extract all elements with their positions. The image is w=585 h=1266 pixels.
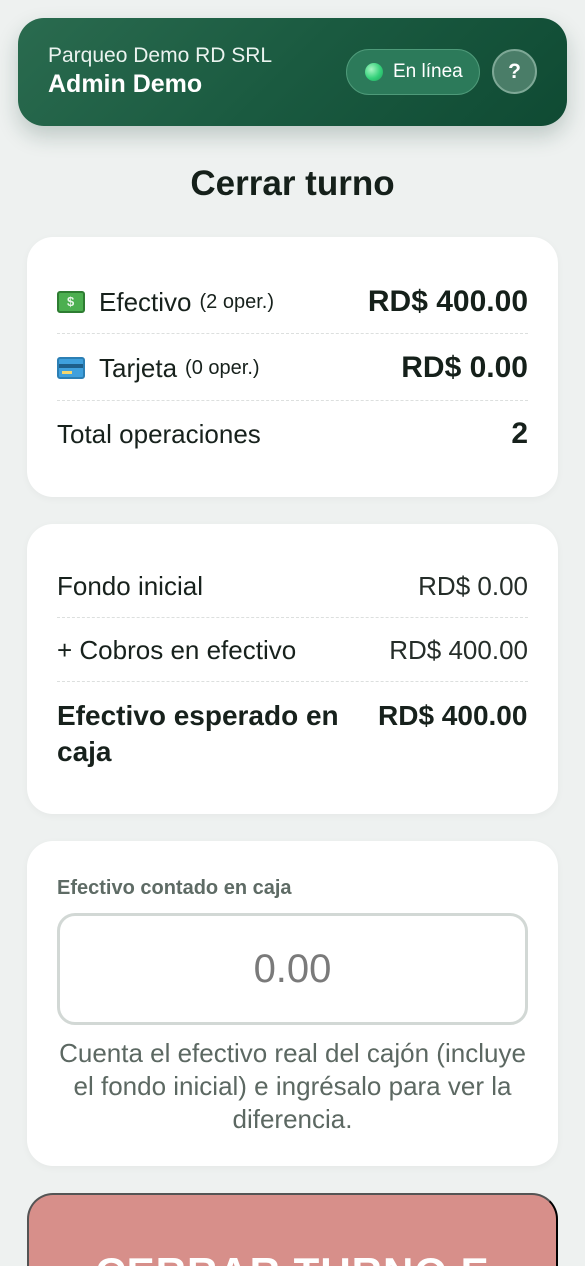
cash-count-hint: Cuenta el efectivo real del cajón (inclu… bbox=[59, 1038, 526, 1134]
credit-card-icon bbox=[57, 357, 85, 379]
cash-collected-value: RD$ 400.00 bbox=[389, 634, 528, 665]
expected-cash-row: Efectivo esperado en caja RD$ 400.00 bbox=[57, 698, 528, 770]
total-operations-label: Total operaciones bbox=[57, 418, 261, 449]
online-status-badge: En línea bbox=[346, 49, 480, 95]
expected-cash-value: RD$ 400.00 bbox=[378, 700, 528, 731]
cash-count-card: Efectivo contado en caja Cuenta el efect… bbox=[27, 841, 558, 1166]
cash-icon bbox=[57, 291, 85, 313]
total-operations-value: 2 bbox=[511, 417, 528, 450]
help-button[interactable]: ? bbox=[492, 49, 537, 94]
divider bbox=[57, 617, 528, 618]
cash-count-input[interactable] bbox=[57, 913, 528, 1025]
divider bbox=[57, 400, 528, 401]
initial-fund-row: Fondo inicial RD$ 0.00 bbox=[57, 566, 528, 606]
cash-collected-label: + Cobros en efectivo bbox=[57, 634, 297, 665]
payment-summary-card: Efectivo (2 oper.) RD$ 400.00 Tarjeta (0… bbox=[27, 237, 558, 497]
card-label-group: Tarjeta (0 oper.) bbox=[57, 353, 260, 384]
divider bbox=[57, 681, 528, 682]
page-title: Cerrar turno bbox=[190, 164, 395, 203]
cash-label: Efectivo bbox=[99, 286, 192, 317]
expected-cash-label: Efectivo esperado en caja bbox=[57, 700, 339, 767]
cash-amount: RD$ 400.00 bbox=[367, 285, 528, 318]
card-ops-count: (0 oper.) bbox=[185, 356, 260, 379]
close-shift-button[interactable]: CERRAR TURNO E bbox=[27, 1193, 558, 1266]
card-row: Tarjeta (0 oper.) RD$ 0.00 bbox=[57, 348, 528, 388]
card-amount: RD$ 0.00 bbox=[401, 351, 528, 384]
status-dot-icon bbox=[365, 63, 383, 81]
cash-ops-count: (2 oper.) bbox=[199, 290, 274, 313]
initial-fund-label: Fondo inicial bbox=[57, 570, 203, 601]
app-header: Parqueo Demo RD SRL Admin Demo En línea … bbox=[18, 18, 567, 126]
user-name: Admin Demo bbox=[48, 70, 203, 98]
status-label: En línea bbox=[393, 61, 463, 82]
cash-row: Efectivo (2 oper.) RD$ 400.00 bbox=[57, 282, 528, 322]
cash-collected-row: + Cobros en efectivo RD$ 400.00 bbox=[57, 630, 528, 670]
cash-label-group: Efectivo (2 oper.) bbox=[57, 287, 274, 318]
brand-block: Parqueo Demo RD SRL Admin Demo bbox=[48, 44, 272, 100]
card-label: Tarjeta bbox=[99, 352, 178, 383]
cash-count-label: Efectivo contado en caja bbox=[57, 877, 292, 899]
initial-fund-value: RD$ 0.00 bbox=[418, 570, 528, 601]
company-name: Parqueo Demo RD SRL bbox=[48, 44, 273, 67]
divider bbox=[57, 333, 528, 334]
cash-reconciliation-card: Fondo inicial RD$ 0.00 + Cobros en efect… bbox=[27, 524, 558, 814]
total-operations-row: Total operaciones 2 bbox=[57, 414, 528, 454]
